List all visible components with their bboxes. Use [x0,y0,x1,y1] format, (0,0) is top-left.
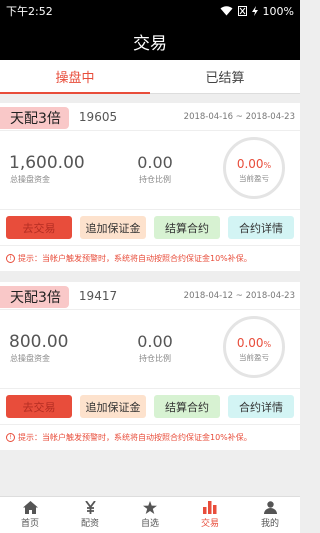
yen-icon [84,501,96,514]
star-icon [143,501,157,514]
contract-stats: 1,600.00 总操盘资金 0.00 持仓比例 0.00% 当前盈亏 [0,131,300,209]
tab-trading-label: 操盘中 [55,71,95,86]
total-funds-label: 总操盘资金 [10,175,50,184]
wifi-icon [220,6,233,16]
position-ratio-value: 0.00 [137,153,173,172]
divider [0,94,300,103]
profit-label: 当前盈亏 [239,353,269,362]
nav-funding[interactable]: 配资 [60,497,120,533]
page-title: 交易 [133,33,167,54]
contract-details-button[interactable]: 合约详情 [228,395,294,418]
contract-date-range: 2018-04-16 ~ 2018-04-23 [183,111,295,122]
contract-card-header: 天配3倍 19605 2018-04-16 ~ 2018-04-23 [0,103,300,131]
tab-settled[interactable]: 已结算 [150,60,300,93]
leverage-badge: 天配3倍 [0,285,69,308]
tab-trading[interactable]: 操盘中 [0,60,150,94]
position-ratio-label: 持仓比例 [139,354,171,363]
nav-trade[interactable]: 交易 [180,497,240,533]
profit-unit: % [263,340,272,349]
warning-tip: ! 提示：当帐户触发预警时，系统将自动按照合约保证金10%补保。 [0,245,300,271]
warning-tip-text: 提示：当帐户触发预警时，系统将自动按照合约保证金10%补保。 [18,254,252,263]
profit-label: 当前盈亏 [239,174,269,183]
profit-percent: 0.00% [226,336,282,350]
leverage-badge: 天配3倍 [0,106,69,129]
app-header: 交易 [0,22,300,60]
total-funds-label: 总操盘资金 [10,354,50,363]
profit-percent: 0.00% [226,157,282,171]
nav-funding-label: 配资 [80,519,99,529]
info-icon: ! [6,254,15,263]
contract-details-button[interactable]: 合约详情 [228,216,294,239]
nav-profile-label: 我的 [260,519,279,529]
divider [0,271,300,282]
go-trade-button[interactable]: 去交易 [6,395,72,418]
nav-home-label: 首页 [20,519,39,529]
nav-profile[interactable]: 我的 [240,497,300,533]
position-ratio-value: 0.00 [137,332,173,351]
profit-value: 0.00 [236,157,264,171]
settle-contract-button[interactable]: 结算合约 [154,216,220,239]
total-funds-value: 800.00 [9,332,69,352]
settle-contract-button[interactable]: 结算合约 [154,395,220,418]
contract-stats: 800.00 总操盘资金 0.00 持仓比例 0.00% 当前盈亏 [0,310,300,388]
tab-bar: 操盘中 已结算 [0,60,300,94]
contract-card: 天配3倍 19417 2018-04-12 ~ 2018-04-23 800.0… [0,282,300,450]
battery-level: 100% [262,4,294,18]
bar-chart-icon [203,501,217,514]
nav-home[interactable]: 首页 [0,497,60,533]
profit-unit: % [263,161,272,170]
contract-date-range: 2018-04-12 ~ 2018-04-23 [183,290,295,301]
add-margin-button[interactable]: 追加保证金 [80,216,146,239]
contract-card-header: 天配3倍 19417 2018-04-12 ~ 2018-04-23 [0,282,300,310]
contract-code: 19605 [78,109,118,124]
total-funds-value: 1,600.00 [9,153,85,173]
sim-card-icon [237,6,247,16]
charging-icon [251,6,258,16]
nav-trade-label: 交易 [200,519,219,529]
tab-settled-label: 已结算 [205,71,245,86]
status-bar: 下午2:52 100% [0,0,300,22]
profit-value: 0.00 [236,336,264,350]
bottom-nav: 首页 配资 自选 交易 我的 [0,496,300,533]
user-icon [263,501,277,514]
action-buttons: 去交易 追加保证金 结算合约 合约详情 [0,388,300,424]
nav-watchlist-label: 自选 [140,519,159,529]
info-icon: ! [6,433,15,442]
warning-tip-text: 提示：当帐户触发预警时，系统将自动按照合约保证金10%补保。 [18,433,252,442]
contract-code: 19417 [78,288,118,303]
contract-card: 天配3倍 19605 2018-04-16 ~ 2018-04-23 1,600… [0,103,300,271]
profit-circle: 0.00% 当前盈亏 [223,137,285,199]
profit-circle: 0.00% 当前盈亏 [223,316,285,378]
go-trade-button[interactable]: 去交易 [6,216,72,239]
status-time: 下午2:52 [6,5,53,18]
action-buttons: 去交易 追加保证金 结算合约 合约详情 [0,209,300,245]
add-margin-button[interactable]: 追加保证金 [80,395,146,418]
warning-tip: ! 提示：当帐户触发预警时，系统将自动按照合约保证金10%补保。 [0,424,300,450]
position-ratio-label: 持仓比例 [139,175,171,184]
nav-watchlist[interactable]: 自选 [120,497,180,533]
status-icons: 100% [220,5,294,18]
home-icon [22,501,38,514]
